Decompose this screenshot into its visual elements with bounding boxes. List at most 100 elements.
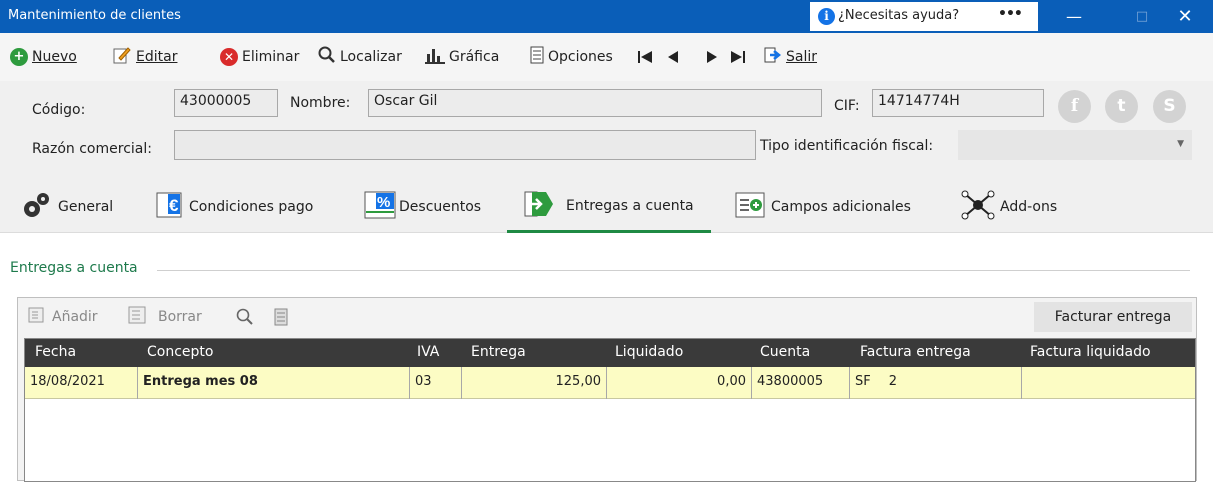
cif-label: CIF:	[834, 98, 860, 114]
client-header: Código: 43000005 Nombre: Oscar Gil CIF: …	[0, 81, 1213, 181]
entrega-cell: 125,00	[462, 367, 607, 399]
plus-icon: +	[10, 48, 28, 66]
factura-entrega-cell: SF 2	[850, 367, 1022, 399]
previous-icon	[668, 51, 678, 63]
maximize-button[interactable]: □	[1119, 0, 1165, 33]
edit-icon	[112, 45, 132, 69]
delete-label: Borrar	[158, 309, 202, 325]
add-button[interactable]: Añadir	[28, 305, 98, 329]
column-header[interactable]: Concepto	[147, 344, 213, 360]
codigo-label: Código:	[32, 102, 86, 118]
tab-bar: General € Condiciones pago % Descuentos …	[0, 181, 1213, 233]
tab-add-ons-label: Add-ons	[1000, 199, 1058, 215]
grid-header: Fecha Concepto IVA Entrega Liquidado Cue…	[25, 339, 1195, 367]
close-button[interactable]: ✕	[1162, 0, 1208, 33]
minimize-button[interactable]: —	[1051, 0, 1097, 33]
network-icon	[960, 190, 996, 224]
first-icon	[638, 51, 652, 63]
grafica-label: Gráfica	[449, 49, 500, 65]
deliveries-icon	[524, 191, 554, 221]
column-header[interactable]: Entrega	[471, 344, 526, 360]
opciones-label: Opciones	[548, 49, 613, 65]
percent-icon: %	[364, 190, 396, 224]
options-icon	[530, 46, 544, 68]
gears-icon	[20, 189, 52, 225]
nombre-field[interactable]: Oscar Gil	[368, 89, 822, 117]
panel-search-button[interactable]	[236, 305, 254, 329]
nombre-label: Nombre:	[290, 95, 351, 111]
facturar-entrega-button[interactable]: Facturar entrega	[1034, 302, 1192, 332]
tipo-select[interactable]: ▼	[958, 130, 1192, 160]
editar-button[interactable]: Editar	[112, 45, 177, 69]
next-record-button[interactable]	[705, 45, 719, 69]
column-header[interactable]: Cuenta	[760, 344, 810, 360]
table-row[interactable]: 18/08/2021 Entrega mes 08 03 125,00 0,00…	[25, 367, 1195, 399]
cuenta-cell: 43800005	[752, 367, 850, 399]
tab-campos-adicionales-label: Campos adicionales	[771, 199, 911, 215]
euro-icon: €	[155, 191, 183, 223]
svg-text:%: %	[377, 194, 390, 211]
help-box[interactable]: i ¿Necesitas ayuda? •••	[810, 2, 1038, 31]
tab-campos-adicionales[interactable]: Campos adicionales	[735, 181, 911, 233]
eliminar-label: Eliminar	[242, 49, 300, 65]
exit-icon	[764, 46, 782, 68]
last-icon	[731, 51, 745, 63]
tab-general-label: General	[58, 199, 114, 215]
delete-icon: ✕	[220, 48, 238, 66]
editar-label: Editar	[136, 49, 178, 65]
document-icon	[274, 308, 288, 326]
skype-icon[interactable]: S	[1153, 90, 1186, 123]
iva-cell: 03	[410, 367, 462, 399]
panel-document-button[interactable]	[274, 305, 288, 329]
grafica-button[interactable]: Gráfica	[425, 45, 499, 69]
eliminar-button[interactable]: ✕ Eliminar	[220, 45, 299, 69]
factura-numero: 2	[888, 374, 898, 389]
delete-button[interactable]: Borrar	[128, 305, 202, 329]
tab-condiciones-pago[interactable]: € Condiciones pago	[155, 181, 313, 233]
entregas-grid: Fecha Concepto IVA Entrega Liquidado Cue…	[24, 338, 1196, 482]
cif-field[interactable]: 14714774H	[872, 89, 1044, 117]
tab-add-ons[interactable]: Add-ons	[960, 181, 1057, 233]
next-icon	[707, 51, 717, 63]
column-header[interactable]: Liquidado	[615, 344, 683, 360]
tipo-label: Tipo identificación fiscal:	[760, 138, 934, 154]
salir-label: Salir	[786, 49, 818, 65]
razon-field[interactable]	[174, 130, 756, 160]
window-title: Mantenimiento de clientes	[8, 8, 181, 23]
localizar-label: Localizar	[340, 49, 402, 65]
twitter-icon[interactable]: t	[1105, 90, 1138, 123]
nuevo-label: Nuevo	[32, 49, 77, 65]
info-icon: i	[818, 8, 835, 25]
help-more-button[interactable]: •••	[998, 6, 1023, 22]
tab-general[interactable]: General	[20, 181, 113, 233]
last-record-button[interactable]	[730, 45, 746, 69]
search-icon	[318, 46, 336, 68]
facebook-icon[interactable]: f	[1058, 90, 1091, 123]
chart-icon	[425, 46, 445, 68]
factura-serie: SF	[855, 374, 871, 389]
factura-liquidado-cell	[1022, 367, 1195, 399]
section-title: Entregas a cuenta	[10, 260, 138, 276]
nuevo-button[interactable]: + Nuevo	[10, 45, 77, 69]
tab-entregas-a-cuenta[interactable]: Entregas a cuenta	[507, 181, 711, 233]
delete-row-icon	[128, 306, 146, 328]
previous-record-button[interactable]	[666, 45, 680, 69]
chevron-down-icon: ▼	[1177, 139, 1184, 149]
tab-descuentos[interactable]: % Descuentos	[364, 181, 481, 233]
opciones-button[interactable]: Opciones	[530, 45, 613, 69]
column-header[interactable]: IVA	[417, 344, 439, 360]
localizar-button[interactable]: Localizar	[318, 45, 402, 69]
column-header[interactable]: Factura liquidado	[1030, 344, 1151, 360]
salir-button[interactable]: Salir	[764, 45, 817, 69]
entregas-panel: Añadir Borrar Facturar entrega Fecha Con…	[17, 297, 1197, 482]
search-icon	[236, 308, 253, 325]
tab-entregas-a-cuenta-label: Entregas a cuenta	[566, 197, 694, 214]
liquidado-cell: 0,00	[607, 367, 752, 399]
column-header[interactable]: Factura entrega	[860, 344, 971, 360]
column-header[interactable]: Fecha	[35, 344, 76, 360]
codigo-field[interactable]: 43000005	[174, 89, 278, 117]
title-bar: Mantenimiento de clientes i ¿Necesitas a…	[0, 0, 1213, 33]
tab-condiciones-pago-label: Condiciones pago	[189, 199, 314, 215]
section-divider	[157, 270, 1190, 271]
first-record-button[interactable]	[637, 45, 653, 69]
